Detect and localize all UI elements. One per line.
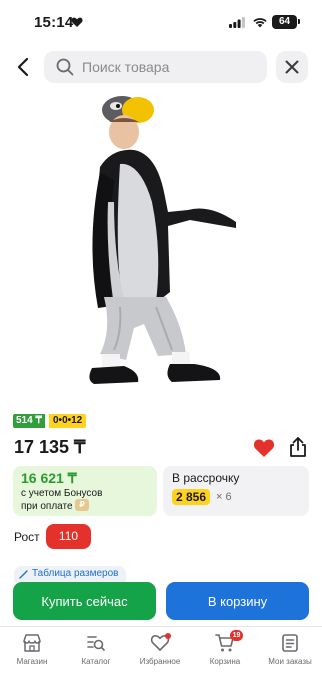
tab-favorites[interactable]: Избранное	[128, 633, 192, 673]
bonus-caption-2: при оплате	[21, 501, 73, 512]
shop-icon	[23, 634, 41, 652]
orders-icon	[282, 634, 298, 652]
installment-badge: 0•0•12	[49, 414, 87, 428]
product-image[interactable]	[60, 92, 260, 392]
tab-favorites-label: Избранное	[139, 657, 181, 666]
tab-bar: Магазин Каталог Избранное 19 Корзина Мои…	[0, 626, 322, 698]
bonus-card[interactable]: 16 621 ₸ с учетом Бонусов при оплате ₽	[13, 466, 157, 516]
bonus-badge: 514 ₸	[13, 414, 45, 428]
size-label: Рост	[14, 530, 40, 544]
bonus-caption-1: с учетом Бонусов	[21, 488, 103, 499]
size-table-link[interactable]: Таблица размеров	[14, 566, 127, 582]
tab-catalog[interactable]: Каталог	[64, 633, 128, 673]
tab-shop[interactable]: Магазин	[0, 633, 64, 673]
installment-count: × 6	[216, 491, 232, 503]
installment-amount: 2 856	[172, 489, 211, 505]
size-option[interactable]: 110	[46, 524, 91, 549]
tab-shop-label: Магазин	[16, 657, 48, 666]
heart-status-icon	[71, 17, 83, 27]
tab-orders[interactable]: Мои заказы	[258, 633, 322, 673]
back-button[interactable]	[12, 55, 36, 79]
tab-cart[interactable]: 19 Корзина	[193, 630, 257, 673]
search-box[interactable]	[44, 51, 267, 83]
status-time: 15:14	[34, 14, 74, 31]
buy-now-button[interactable]: Купить сейчас	[13, 582, 156, 620]
close-icon	[285, 60, 299, 74]
tab-cart-label: Корзина	[209, 657, 241, 666]
catalog-icon	[87, 636, 105, 651]
battery-indicator: 64	[272, 15, 297, 29]
search-icon	[56, 58, 74, 76]
cart-count-badge: 19	[230, 630, 243, 641]
wifi-icon	[253, 18, 267, 28]
share-icon[interactable]	[287, 436, 309, 458]
size-table-label: Таблица размеров	[32, 568, 119, 579]
tab-catalog-label: Каталог	[81, 657, 111, 666]
installment-title: В рассрочку	[172, 471, 240, 485]
search-input[interactable]	[82, 51, 262, 83]
favorites-dot	[165, 633, 171, 639]
add-to-cart-button[interactable]: В корзину	[166, 582, 309, 620]
heart-icon[interactable]	[253, 438, 275, 458]
bonus-price: 16 621 ₸	[21, 470, 77, 486]
product-price: 17 135 ₸	[14, 437, 86, 457]
tab-orders-label: Мои заказы	[268, 657, 312, 666]
signal-icon	[229, 17, 245, 28]
installment-card[interactable]: В рассрочку 2 856 × 6	[163, 466, 309, 516]
status-bar: 15:14 64	[0, 0, 322, 44]
battery-tip	[298, 19, 300, 24]
bonus-card-icon: ₽	[75, 499, 89, 511]
ruler-icon	[19, 570, 28, 579]
close-button[interactable]	[276, 51, 308, 83]
